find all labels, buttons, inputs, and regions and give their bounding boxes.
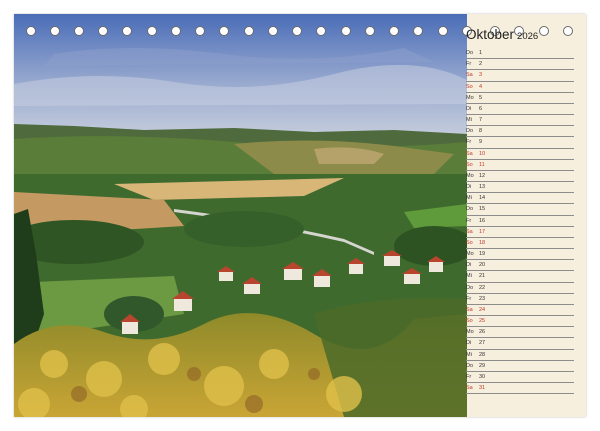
month-name: Oktober xyxy=(466,27,515,42)
weekday-label: Sa xyxy=(466,306,473,313)
day-number: 5 xyxy=(479,94,483,101)
day-row: Sa 31 xyxy=(466,383,574,395)
weekday-label: Sa xyxy=(466,385,473,392)
day-row: So 4 xyxy=(466,82,574,93)
weekday-label: Do xyxy=(466,362,474,369)
weekday-label: Do xyxy=(466,50,474,56)
day-number: 27 xyxy=(479,340,486,347)
day-row: Fr 9 xyxy=(466,137,574,149)
day-number: 4 xyxy=(479,83,483,90)
weekday-label: Sa xyxy=(466,150,473,157)
day-row: Di 13 xyxy=(466,182,574,194)
day-row: Mi 7 xyxy=(466,115,574,127)
landscape-photo xyxy=(14,14,467,417)
day-row: Do 15 xyxy=(466,204,574,216)
day-number: 13 xyxy=(479,184,486,191)
day-number: 6 xyxy=(479,105,483,112)
day-row: So 25 xyxy=(466,316,574,328)
day-number: 14 xyxy=(479,195,486,202)
landscape-image xyxy=(14,14,467,417)
day-row: Mi 28 xyxy=(466,350,574,361)
day-row: Mo 5 xyxy=(466,93,574,104)
day-number: 3 xyxy=(479,72,483,79)
weekday-label: So xyxy=(466,161,473,168)
day-row: Di 6 xyxy=(466,104,574,116)
day-number: 1 xyxy=(479,50,483,56)
day-number: 24 xyxy=(479,306,486,313)
day-row: Mo 19 xyxy=(466,249,574,261)
day-row: Mi 14 xyxy=(466,193,574,205)
weekday-label: Fr xyxy=(466,217,472,224)
weekday-label: Di xyxy=(466,262,472,269)
day-number: 7 xyxy=(479,117,483,124)
weekday-label: Fr xyxy=(466,373,472,380)
day-row: Sa 3 xyxy=(466,70,574,82)
weekday-label: Di xyxy=(466,340,472,347)
weekday-label: Mo xyxy=(466,329,474,336)
day-row: Fr 23 xyxy=(466,294,574,305)
day-number: 15 xyxy=(479,206,486,213)
weekday-label: Do xyxy=(466,206,474,213)
weekday-label: Fr xyxy=(466,139,472,146)
weekday-label: Di xyxy=(466,184,472,191)
weekday-label: So xyxy=(466,318,473,325)
weekday-label: So xyxy=(466,239,473,246)
day-number: 22 xyxy=(479,284,486,291)
day-row: Mo 12 xyxy=(466,171,574,183)
weekday-label: Do xyxy=(466,284,474,291)
day-number: 10 xyxy=(479,150,486,157)
weekday-label: Mo xyxy=(466,172,474,179)
weekday-label: Mi xyxy=(466,273,472,280)
day-number: 25 xyxy=(479,318,486,325)
day-row: Do 29 xyxy=(466,361,574,372)
weekday-label: Mi xyxy=(466,195,472,202)
weekday-label: Fr xyxy=(466,295,472,302)
weekday-label: Fr xyxy=(466,61,472,68)
day-number: 2 xyxy=(479,61,483,68)
weekday-label: Mo xyxy=(466,251,474,258)
weekday-label: Sa xyxy=(466,72,473,79)
day-number: 9 xyxy=(479,139,483,146)
day-number: 20 xyxy=(479,262,486,269)
day-row: So 18 xyxy=(466,238,574,250)
weekday-label: Di xyxy=(466,105,472,112)
weekday-label: So xyxy=(466,83,473,90)
day-row: Mo 26 xyxy=(466,327,574,339)
day-row: Do 1 xyxy=(466,48,574,60)
day-row: Sa 10 xyxy=(466,149,574,160)
day-number: 21 xyxy=(479,273,486,280)
day-number: 8 xyxy=(479,128,483,135)
weekday-label: Mi xyxy=(466,351,472,358)
day-number: 28 xyxy=(479,351,486,358)
day-row: Do 22 xyxy=(466,283,574,294)
day-number: 16 xyxy=(479,217,486,224)
day-row: Do 8 xyxy=(466,126,574,138)
day-number: 11 xyxy=(479,161,485,168)
day-number: 12 xyxy=(479,172,486,179)
day-row: Mi 21 xyxy=(466,271,574,283)
month-title: Oktober 2026 xyxy=(466,27,538,42)
weekday-label: Mi xyxy=(466,117,472,124)
weekday-label: Sa xyxy=(466,228,473,235)
day-number: 23 xyxy=(479,295,486,302)
day-row: So 11 xyxy=(466,160,574,171)
weekday-label: Do xyxy=(466,128,474,135)
year-label: 2026 xyxy=(517,31,539,42)
day-number: 26 xyxy=(479,329,486,336)
day-number: 18 xyxy=(479,239,486,246)
day-number: 29 xyxy=(479,362,486,369)
day-row: Fr 2 xyxy=(466,59,574,71)
day-number: 19 xyxy=(479,251,486,258)
day-number: 30 xyxy=(479,373,486,380)
day-row: Sa 24 xyxy=(466,305,574,317)
day-row: Sa 17 xyxy=(466,227,574,238)
day-number: 17 xyxy=(479,228,486,235)
day-row: Di 20 xyxy=(466,260,574,272)
day-list: Do 1 Fr 2 Sa 3 So 4 Mo 5 Di 6 Mi 7 Do 8 Fr 9 Sa 10 So 11 Mo 12 D… xyxy=(466,48,574,395)
day-row: Di 27 xyxy=(466,338,574,350)
day-row: Fr 30 xyxy=(466,372,574,384)
day-row: Fr 16 xyxy=(466,216,574,227)
day-number: 31 xyxy=(479,385,486,392)
weekday-label: Mo xyxy=(466,94,474,101)
